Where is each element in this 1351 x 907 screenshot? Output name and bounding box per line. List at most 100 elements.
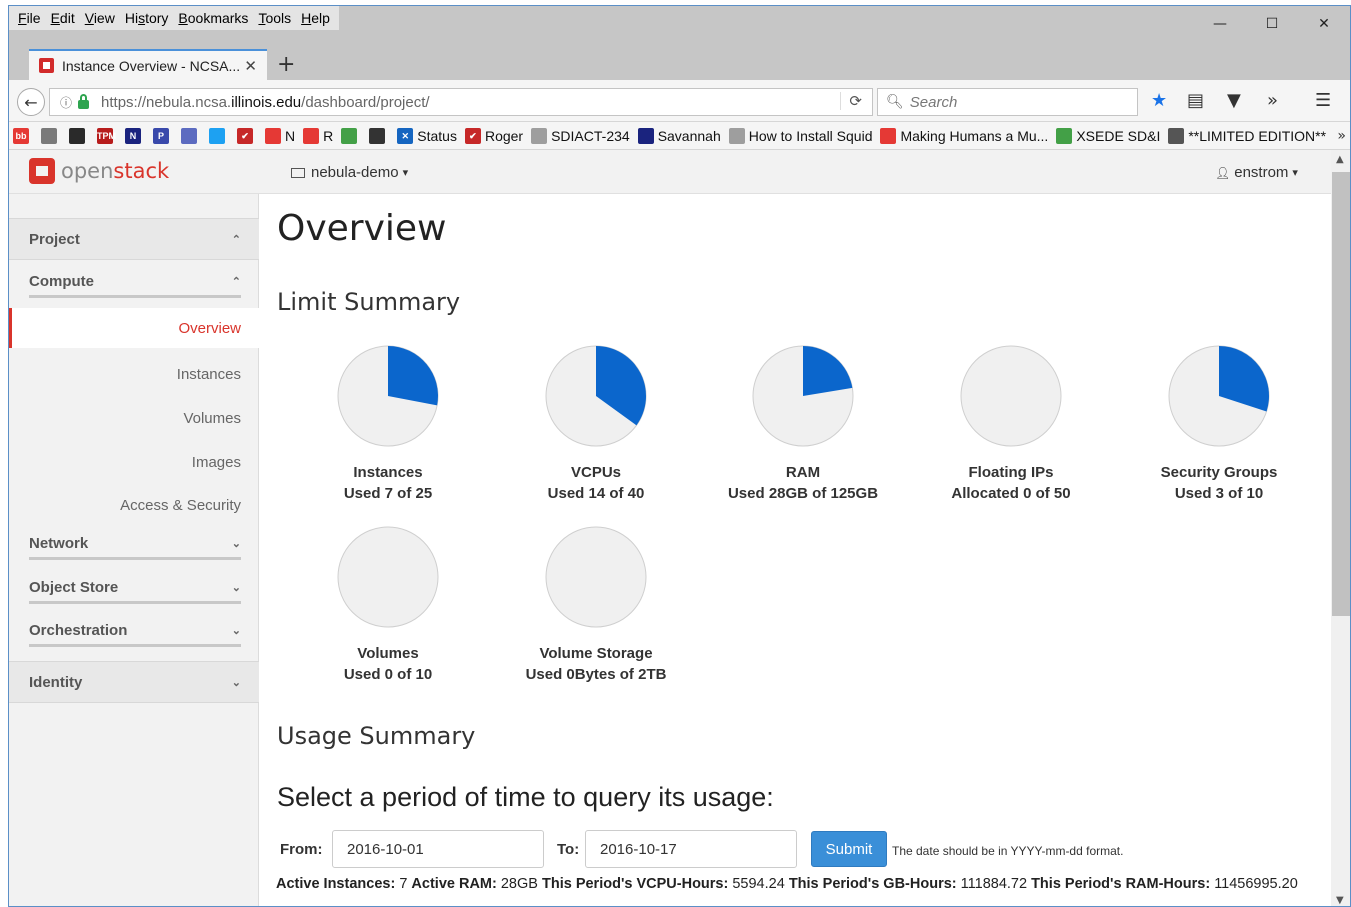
sidebar-item-volumes[interactable]: Volumes (9, 398, 259, 438)
submit-button[interactable]: Submit (811, 831, 887, 867)
bookmark-item[interactable]: XSEDE SD&I (1056, 127, 1160, 144)
reload-icon[interactable]: ⟳ (840, 92, 862, 110)
sidebar-item-overview[interactable]: Overview (9, 308, 259, 348)
sidebar-item-access-security[interactable]: Access & Security (9, 485, 259, 525)
bookmark-icon: bb (13, 127, 29, 144)
back-button[interactable]: ← (17, 88, 45, 116)
vertical-scrollbar[interactable]: ▲ ▼ (1331, 150, 1350, 906)
search-input[interactable]: 🔍︎ Search (877, 88, 1138, 116)
bookmark-item[interactable]: N (265, 127, 295, 144)
sidebar-object-store[interactable]: Object Store ⌄ (9, 568, 259, 606)
chevron-down-icon: ⌄ (231, 624, 241, 637)
url-text: https://nebula.ncsa.illinois.edu/dashboa… (101, 93, 430, 111)
tab-title: Instance Overview - NCSA... (62, 57, 241, 74)
limit-usage: Used 0Bytes of 2TB (525, 666, 667, 683)
bookmark-item[interactable] (69, 127, 89, 144)
page-title: Overview (277, 208, 447, 249)
bookmark-item[interactable]: N (125, 127, 145, 144)
limit-usage: Used 28GB of 125GB (727, 485, 879, 502)
openstack-logo[interactable]: openstack (29, 158, 169, 184)
hamburger-menu-icon[interactable]: ☰ (1315, 90, 1331, 111)
bookmark-item[interactable]: R (303, 127, 333, 144)
info-icon[interactable]: ⓘ (60, 94, 72, 111)
pie-chart (960, 345, 1062, 447)
bookmark-item[interactable]: ✕ Status (397, 127, 457, 144)
maximize-button[interactable]: ☐ (1249, 12, 1295, 36)
scroll-down-icon[interactable]: ▼ (1336, 895, 1344, 906)
close-window-button[interactable]: ✕ (1301, 12, 1347, 36)
bookmark-icon (341, 127, 358, 144)
from-date-input[interactable]: 2016-10-01 (332, 830, 544, 868)
bookmark-item[interactable]: ✔ Roger (464, 127, 523, 144)
minimize-button[interactable]: — (1197, 12, 1243, 36)
project-selector[interactable]: nebula-demo ▾ (291, 164, 408, 181)
bookmark-icon (369, 127, 386, 144)
bookmark-star-icon[interactable]: ★ (1151, 90, 1167, 111)
bookmark-icon: ✔ (464, 127, 481, 144)
chevron-down-icon: ⌄ (231, 581, 241, 594)
limit-usage: Allocated 0 of 50 (951, 485, 1071, 502)
openstack-header: openstack nebula-demo ▾ 👤︎ enstrom ▾ (9, 150, 1331, 194)
bookmark-item[interactable] (341, 127, 361, 144)
bookmark-icon (209, 127, 225, 144)
sidebar-identity-header[interactable]: Identity ⌄ (9, 661, 259, 703)
navigation-bar: ← ⓘ https://nebula.ncsa.illinois.edu/das… (9, 80, 1350, 122)
pie-chart (545, 345, 647, 447)
bookmark-item[interactable]: SDIACT-234 (531, 127, 630, 144)
usage-summary-heading: Usage Summary (277, 722, 476, 750)
scroll-thumb[interactable] (1332, 172, 1350, 616)
browser-tab[interactable]: Instance Overview - NCSA... ✕ (29, 49, 267, 80)
lock-icon (78, 93, 90, 109)
openstack-logo-icon (29, 158, 55, 184)
bookmark-item[interactable]: How to Install Squid (728, 127, 872, 144)
sidebar-network[interactable]: Network ⌄ (9, 524, 259, 562)
limit-usage: Used 0 of 10 (343, 666, 433, 683)
bookmark-item[interactable] (369, 127, 389, 144)
bookmark-item[interactable] (41, 127, 61, 144)
bookmark-item[interactable]: Making Humans a Mu... (880, 127, 1048, 144)
menu-tools[interactable]: Tools (258, 10, 291, 26)
menu-bar: File Edit View History Bookmarks Tools H… (9, 6, 339, 30)
bookmark-item[interactable]: P (153, 127, 173, 144)
menu-edit[interactable]: Edit (51, 10, 75, 26)
bookmark-item[interactable] (181, 127, 201, 144)
menu-history[interactable]: History (125, 10, 169, 26)
menu-help[interactable]: Help (301, 10, 330, 26)
bookmarks-overflow-icon[interactable]: » (1337, 128, 1346, 144)
reading-list-icon[interactable]: ▤ (1187, 90, 1204, 111)
sidebar-project-header[interactable]: Project ⌃ (9, 218, 259, 260)
limit-summary-heading: Limit Summary (277, 288, 461, 316)
to-date-input[interactable]: 2016-10-17 (585, 830, 797, 868)
pie-chart (337, 526, 439, 628)
user-menu[interactable]: 👤︎ enstrom ▾ (1215, 164, 1298, 181)
menu-bookmarks[interactable]: Bookmarks (178, 10, 248, 26)
limit-usage: Used 14 of 40 (547, 485, 645, 502)
bookmark-item[interactable]: TPM (97, 127, 117, 144)
bookmark-icon: N (125, 127, 141, 144)
new-tab-button[interactable]: + (277, 52, 295, 77)
chevron-down-icon: ⌄ (231, 676, 241, 689)
menu-view[interactable]: View (85, 10, 115, 26)
bookmark-item[interactable]: **LIMITED EDITION** (1168, 127, 1326, 144)
bookmark-icon: P (153, 127, 169, 144)
bookmark-icon (1056, 127, 1073, 144)
bookmark-item[interactable]: bb (13, 127, 33, 144)
back-arrow-icon: ← (24, 92, 38, 112)
bookmark-item[interactable]: Savannah (637, 127, 721, 144)
limit-name: RAM (785, 464, 821, 481)
overflow-icon[interactable]: » (1267, 90, 1278, 111)
caret-down-icon: ▾ (402, 167, 409, 179)
sidebar-item-images[interactable]: Images (9, 442, 259, 482)
bookmark-item[interactable] (209, 127, 229, 144)
url-bar[interactable]: ⓘ https://nebula.ncsa.illinois.edu/dashb… (49, 88, 873, 116)
scroll-up-icon[interactable]: ▲ (1336, 154, 1344, 165)
close-tab-icon[interactable]: ✕ (244, 57, 257, 75)
sidebar-item-instances[interactable]: Instances (9, 354, 259, 394)
pocket-icon[interactable]: ▼ (1227, 90, 1241, 111)
bookmark-icon (303, 127, 320, 144)
menu-file[interactable]: File (18, 10, 41, 26)
sidebar-orchestration[interactable]: Orchestration ⌄ (9, 611, 259, 649)
bookmark-item[interactable]: ✔ (237, 127, 257, 144)
bookmark-icon (181, 127, 197, 144)
sidebar-compute[interactable]: Compute ⌃ (9, 262, 259, 300)
